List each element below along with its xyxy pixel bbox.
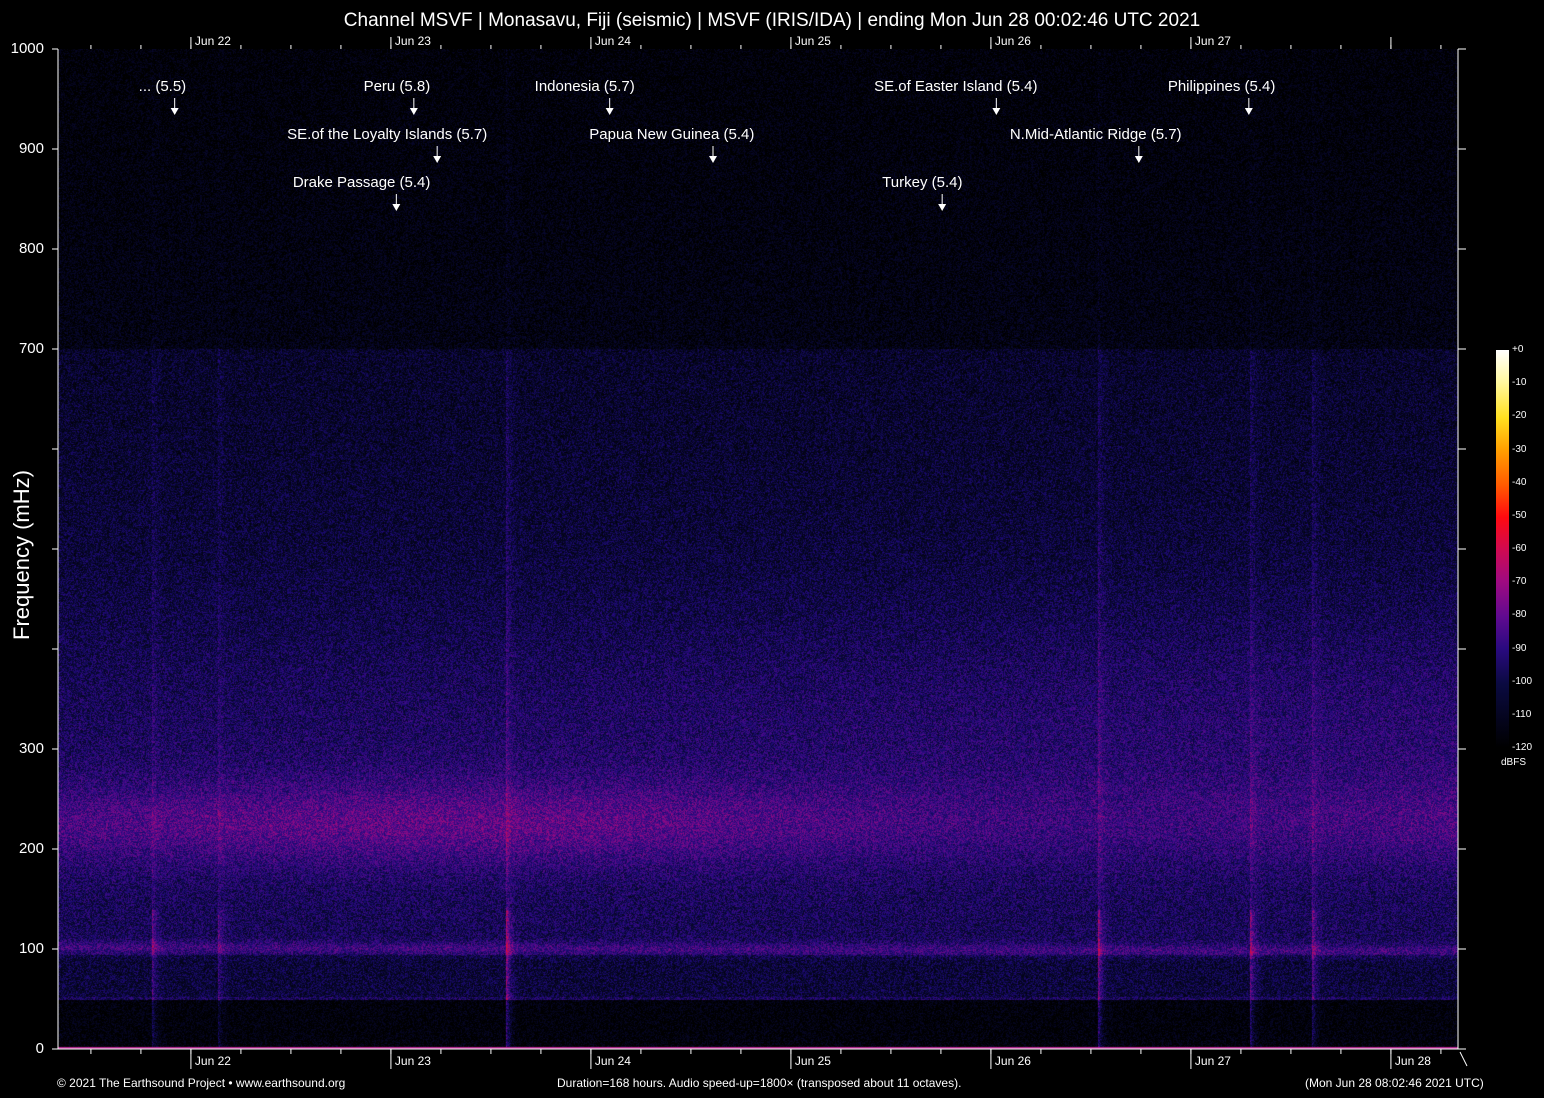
event-arrow-icon <box>171 108 179 115</box>
footer-duration: Duration=168 hours. Audio speed-up=1800×… <box>557 1076 961 1090</box>
event-label: Drake Passage (5.4) <box>293 174 431 191</box>
colorbar-tick-label: -100 <box>1512 676 1532 687</box>
x-tick-label-top: Jun 25 <box>795 34 831 48</box>
colorbar-tick-label: -50 <box>1512 510 1526 521</box>
colorbar-tick-label: +0 <box>1512 344 1523 355</box>
colorbar <box>1496 350 1509 748</box>
y-tick-label: 800 <box>0 240 44 257</box>
y-tick-label: 700 <box>0 340 44 357</box>
footer-copyright: © 2021 The Earthsound Project • www.eart… <box>57 1076 345 1090</box>
x-tick-label: Jun 27 <box>1195 1054 1231 1068</box>
event-arrow-icon <box>606 108 614 115</box>
x-tick-label-top: Jun 23 <box>395 34 431 48</box>
event-arrow-icon <box>709 156 717 163</box>
x-tick-label-top: Jun 22 <box>195 34 231 48</box>
event-label: N.Mid-Atlantic Ridge (5.7) <box>1010 126 1182 143</box>
y-tick-label: 200 <box>0 840 44 857</box>
colorbar-tick-label: -90 <box>1512 643 1526 654</box>
x-tick-label: Jun 24 <box>595 1054 631 1068</box>
colorbar-tick-label: -110 <box>1512 709 1531 720</box>
x-tick-label: Jun 26 <box>995 1054 1031 1068</box>
event-arrow-icon <box>938 204 946 211</box>
colorbar-tick-label: -20 <box>1512 410 1526 421</box>
colorbar-tick-label: -80 <box>1512 609 1526 620</box>
colorbar-tick-label: -40 <box>1512 477 1526 488</box>
event-arrow-icon <box>392 204 400 211</box>
x-tick-label: Jun 28 <box>1395 1054 1431 1068</box>
event-label: Peru (5.8) <box>364 78 431 95</box>
colorbar-tick-label: -60 <box>1512 543 1526 554</box>
event-arrow-icon <box>433 156 441 163</box>
colorbar-tick-label: -120 <box>1512 742 1532 753</box>
event-arrow-icon <box>410 108 418 115</box>
event-label: ... (5.5) <box>139 78 187 95</box>
x-tick-label-top: Jun 27 <box>1195 34 1231 48</box>
x-tick-label: Jun 23 <box>395 1054 431 1068</box>
x-tick-label-top: Jun 26 <box>995 34 1031 48</box>
y-tick-label: 1000 <box>0 40 44 57</box>
y-tick-label: 100 <box>0 940 44 957</box>
event-label: Philippines (5.4) <box>1168 78 1276 95</box>
event-arrow-icon <box>992 108 1000 115</box>
y-tick-label: 900 <box>0 140 44 157</box>
event-arrow-icon <box>1135 156 1143 163</box>
x-tick-label: Jun 25 <box>795 1054 831 1068</box>
event-label: Papua New Guinea (5.4) <box>589 126 754 143</box>
y-tick-label: 300 <box>0 740 44 757</box>
colorbar-unit: dBFS <box>1501 757 1526 768</box>
x-tick-label-top: Jun 24 <box>595 34 631 48</box>
end-marker <box>1460 1052 1467 1066</box>
colorbar-tick-label: -30 <box>1512 444 1526 455</box>
x-tick-label: Jun 22 <box>195 1054 231 1068</box>
event-label: Turkey (5.4) <box>882 174 962 191</box>
event-label: SE.of Easter Island (5.4) <box>874 78 1037 95</box>
y-tick-label: 0 <box>0 1040 44 1057</box>
footer-timestamp: (Mon Jun 28 08:02:46 2021 UTC) <box>1305 1076 1484 1090</box>
event-label: Indonesia (5.7) <box>535 78 635 95</box>
axes <box>0 0 1544 1098</box>
event-label: SE.of the Loyalty Islands (5.7) <box>287 126 487 143</box>
colorbar-tick-label: -70 <box>1512 576 1526 587</box>
colorbar-tick-label: -10 <box>1512 377 1526 388</box>
event-arrow-icon <box>1245 108 1253 115</box>
